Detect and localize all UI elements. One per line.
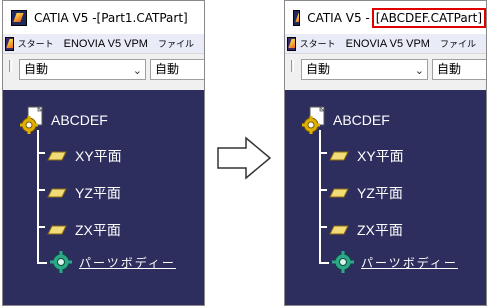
auto-select-2[interactable]: 自動 bbox=[432, 59, 486, 80]
menu-start[interactable]: スタート bbox=[300, 37, 336, 50]
catia-menu-icon[interactable] bbox=[287, 36, 296, 51]
tree-xy-plane-label: XY平面 bbox=[75, 148, 122, 164]
menu-bar: スタート ENOVIA V5 VPM ファイル bbox=[3, 34, 204, 54]
catia-window-before: CATIA V5 - [Part1.CATPart] スタート ENOVIA V… bbox=[2, 0, 205, 306]
plane-icon bbox=[329, 151, 349, 161]
auto-select-1[interactable]: 自動 ⌄ bbox=[301, 59, 428, 80]
menu-file[interactable]: ファイル bbox=[440, 37, 476, 50]
title-bar: CATIA V5 - [Part1.CATPart] bbox=[3, 1, 204, 34]
auto-select-2-value: 自動 bbox=[437, 62, 462, 76]
tree-node-part[interactable]: ABCDEF bbox=[301, 106, 390, 134]
toolbar-grip-handle[interactable] bbox=[291, 60, 294, 72]
part-body-icon bbox=[50, 251, 72, 273]
catia-window-after: CATIA V5 - [ABCDEF.CATPart] スタート ENOVIA … bbox=[284, 0, 487, 306]
plane-icon bbox=[47, 188, 67, 198]
tree-part-body-label: パーツボディー bbox=[361, 255, 458, 270]
tree-node-part-body[interactable]: パーツボディー bbox=[49, 250, 176, 274]
tree-node-yz-plane[interactable]: YZ平面 bbox=[47, 183, 121, 203]
tree-node-zx-plane[interactable]: ZX平面 bbox=[329, 220, 403, 240]
specification-tree-viewport[interactable]: ABCDEF XY平面 YZ平面 ZX平面 パーツボディー bbox=[285, 90, 486, 305]
part-document-icon bbox=[302, 106, 325, 134]
part-body-icon bbox=[332, 251, 354, 273]
plane-icon bbox=[47, 225, 67, 235]
menu-bar: スタート ENOVIA V5 VPM ファイル bbox=[285, 34, 486, 54]
tree-xy-plane-label: XY平面 bbox=[357, 148, 404, 164]
auto-select-1-value: 自動 bbox=[24, 62, 49, 76]
title-file-name-highlighted: [ABCDEF.CATPart] bbox=[371, 7, 486, 28]
right-arrow-icon bbox=[217, 136, 272, 180]
tree-node-part-body[interactable]: パーツボディー bbox=[331, 250, 458, 274]
plane-icon bbox=[329, 188, 349, 198]
tree-yz-plane-label: YZ平面 bbox=[357, 185, 403, 201]
tree-zx-plane-label: ZX平面 bbox=[357, 222, 403, 238]
toolbar: 自動 ⌄ 自動 bbox=[285, 55, 486, 90]
auto-select-2-value: 自動 bbox=[155, 62, 180, 76]
part-document-icon bbox=[20, 106, 43, 134]
menu-enovia[interactable]: ENOVIA V5 VPM bbox=[64, 38, 148, 50]
catia-menu-icon[interactable] bbox=[5, 36, 14, 51]
tree-node-zx-plane[interactable]: ZX平面 bbox=[47, 220, 121, 240]
tree-zx-plane-label: ZX平面 bbox=[75, 222, 121, 238]
tree-part-label: ABCDEF bbox=[51, 112, 108, 128]
chevron-down-icon[interactable]: ⌄ bbox=[415, 61, 424, 79]
title-app-name: CATIA V5 - bbox=[34, 10, 97, 25]
tree-node-xy-plane[interactable]: XY平面 bbox=[329, 146, 404, 166]
catia-logo-icon[interactable] bbox=[293, 9, 301, 26]
tree-yz-plane-label: YZ平面 bbox=[75, 185, 121, 201]
tree-part-body-label: パーツボディー bbox=[79, 255, 176, 270]
toolbar-grip-handle[interactable] bbox=[9, 60, 12, 72]
menu-file[interactable]: ファイル bbox=[158, 37, 194, 50]
menu-enovia[interactable]: ENOVIA V5 VPM bbox=[346, 38, 430, 50]
tree-part-label: ABCDEF bbox=[333, 112, 390, 128]
title-app-name: CATIA V5 - bbox=[307, 10, 370, 25]
auto-select-2[interactable]: 自動 bbox=[150, 59, 204, 80]
menu-start[interactable]: スタート bbox=[18, 37, 54, 50]
plane-icon bbox=[47, 151, 67, 161]
auto-select-1-value: 自動 bbox=[306, 62, 331, 76]
catia-logo-icon[interactable] bbox=[11, 9, 27, 26]
title-bar: CATIA V5 - [ABCDEF.CATPart] bbox=[285, 1, 486, 34]
tree-node-xy-plane[interactable]: XY平面 bbox=[47, 146, 122, 166]
tree-node-part[interactable]: ABCDEF bbox=[19, 106, 108, 134]
title-file-name: [Part1.CATPart] bbox=[96, 10, 188, 25]
plane-icon bbox=[329, 225, 349, 235]
chevron-down-icon[interactable]: ⌄ bbox=[133, 61, 142, 79]
toolbar: 自動 ⌄ 自動 bbox=[3, 55, 204, 90]
specification-tree-viewport[interactable]: ABCDEF XY平面 YZ平面 ZX平面 パーツボディー bbox=[3, 90, 204, 305]
auto-select-1[interactable]: 自動 ⌄ bbox=[19, 59, 146, 80]
tree-node-yz-plane[interactable]: YZ平面 bbox=[329, 183, 403, 203]
